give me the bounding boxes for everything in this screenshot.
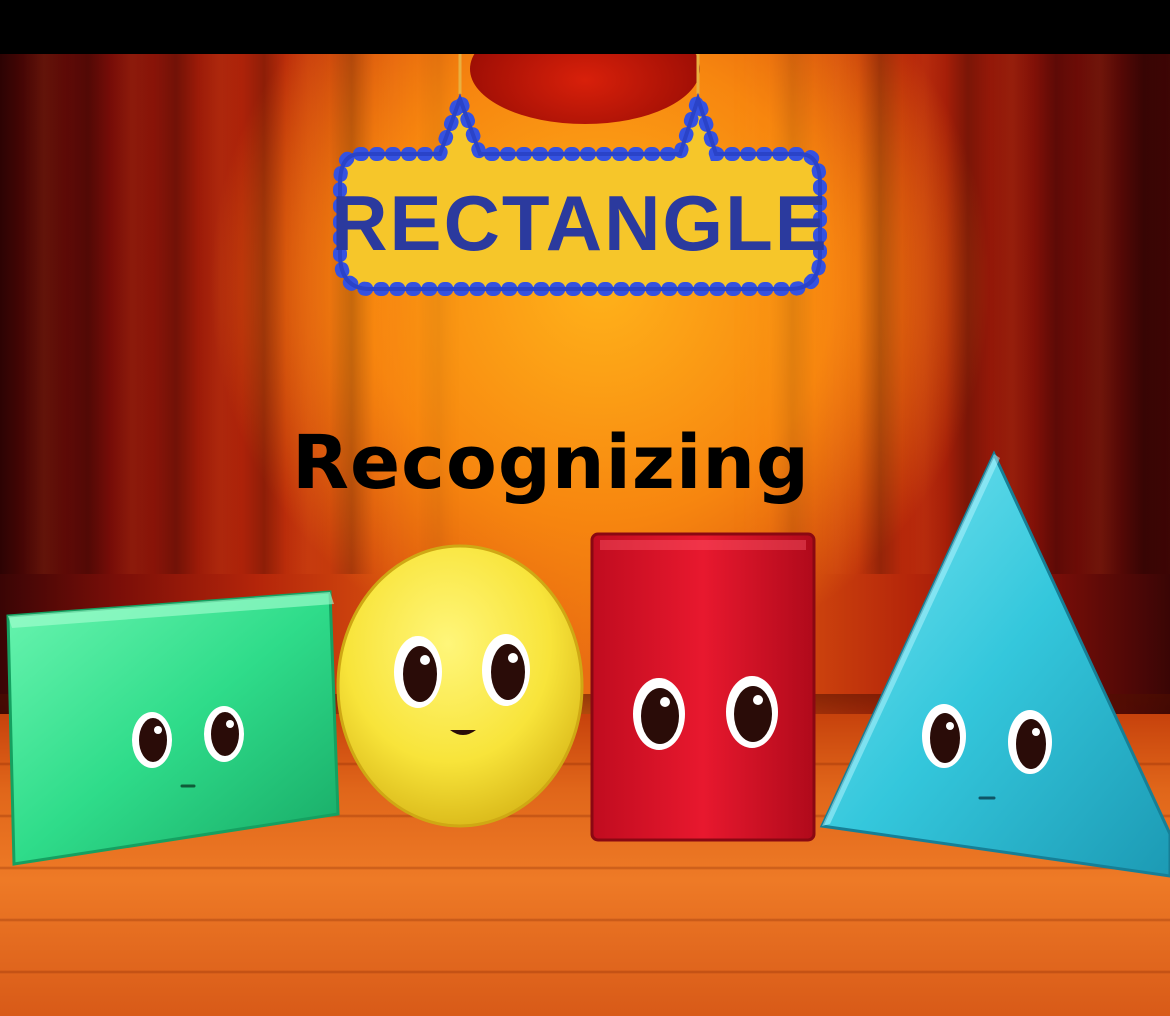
video-frame: RECTANGLE Recognizing bbox=[0, 0, 1170, 1016]
sign-label: RECTANGLE bbox=[331, 179, 829, 267]
letterbox-bar bbox=[0, 0, 1170, 54]
yellow-circle-character bbox=[336, 544, 584, 828]
green-rectangle-character bbox=[6, 590, 340, 866]
marquee-sign: RECTANGLE bbox=[331, 54, 829, 296]
red-rectangle-character bbox=[590, 532, 816, 842]
caption-text: Recognizing bbox=[292, 420, 810, 506]
blue-triangle-character bbox=[819, 450, 1170, 878]
stage-scene: RECTANGLE bbox=[0, 54, 1170, 1016]
